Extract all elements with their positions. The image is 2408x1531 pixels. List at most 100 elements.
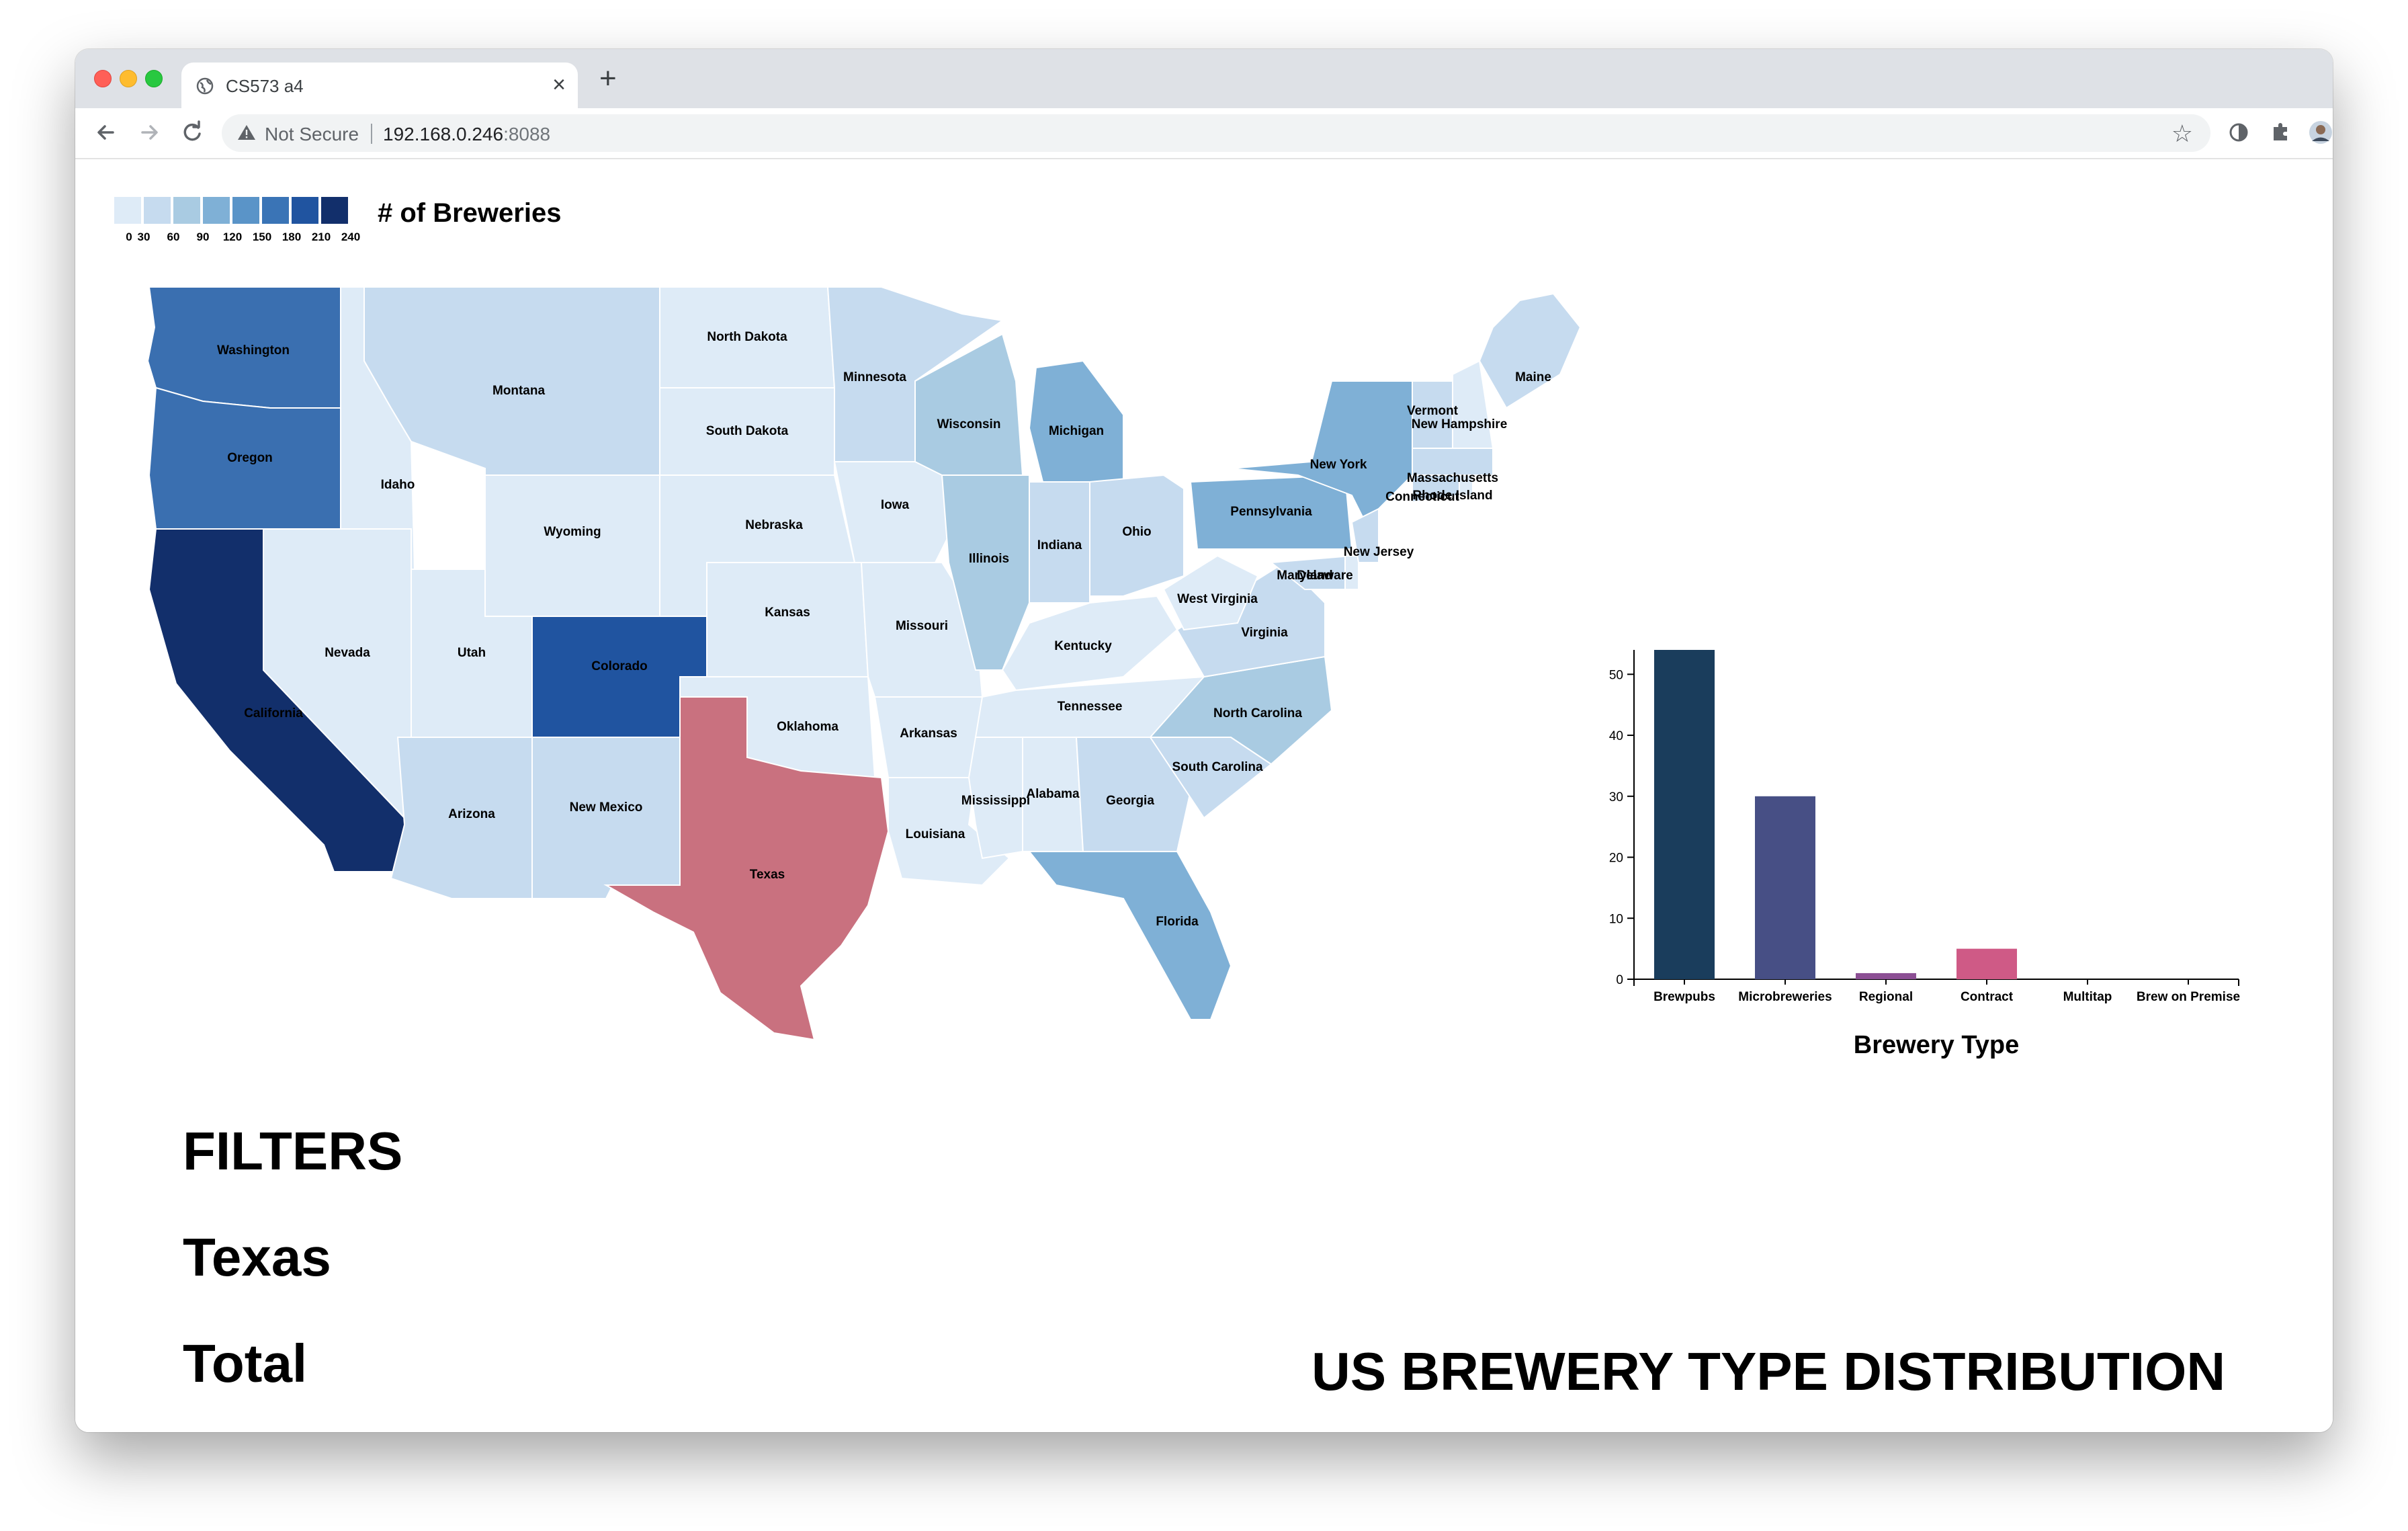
y-tick-label: 0 [1616,973,1623,987]
state-label: Idaho [381,478,415,492]
state-label: Indiana [1037,538,1082,552]
x-tick-label: Brew on Premise [2137,990,2240,1004]
state-label: Mississippi [961,794,1030,808]
browser-tab[interactable]: CS573 a4 × [181,63,578,108]
state-label: Louisiana [906,827,965,841]
browser-toolbar: Not Secure 192.168.0.246:8088 ☆ ⋮ [75,108,2333,159]
state-label: New York [1310,458,1367,472]
state-label: Michigan [1049,424,1104,438]
x-tick-label: Contract [1961,990,2014,1004]
y-tick-label: 40 [1609,729,1623,743]
url-host: 192.168.0.246 [383,124,504,144]
browser-window: CS573 a4 × + Not Secure 192.168.0.246:80… [75,49,2333,1432]
x-tick-label: Microbreweries [1738,990,1832,1004]
bar-contract[interactable] [1956,948,2017,979]
puzzle-icon[interactable] [2267,119,2294,146]
brewery-type-bar-chart: 0 10 20 30 40 50 Brewpubs Microbreweries Regiona… [1609,650,2240,1059]
filter-state-value: Texas [183,1227,331,1287]
state-label: Iowa [881,498,910,512]
y-tick-label: 20 [1609,852,1623,866]
state-label: Nebraska [745,518,803,532]
state-label: Illinois [969,552,1009,566]
state-label: Alabama [1026,787,1080,801]
state-label: Pennsylvania [1230,505,1312,519]
state-label: Kansas [765,606,810,620]
state-iowa[interactable] [833,461,957,563]
filters-heading: FILTERS [183,1121,403,1181]
browser-titlebar: CS573 a4 × + [75,49,2333,108]
maximize-window-button[interactable] [145,70,163,87]
state-label: Missouri [896,619,948,633]
url-port: :8088 [503,124,551,144]
bar-brewpubs[interactable] [1654,650,1715,979]
state-label: Texas [750,868,785,882]
globe-icon [196,77,214,95]
warning-icon [238,125,255,140]
avatar[interactable] [2307,119,2333,146]
state-label: Delaware [1297,569,1352,583]
bar-microbreweries[interactable] [1755,796,1815,979]
state-label: New Jersey [1344,545,1414,559]
state-label: Colorado [591,659,647,673]
new-tab-button[interactable]: + [599,64,617,93]
minimize-window-button[interactable] [120,70,137,87]
extension-circle-icon[interactable] [2225,119,2252,146]
tab-title: CS573 a4 [226,76,304,96]
state-label: South Carolina [1172,760,1263,774]
reload-icon[interactable] [177,118,207,147]
state-label: Tennessee [1058,700,1123,714]
address-bar[interactable]: Not Secure 192.168.0.246:8088 ☆ [222,114,2210,152]
state-label: Wyoming [544,525,601,539]
close-window-button[interactable] [94,70,112,87]
us-choropleth-map: Washington Oregon California Idaho Nevada Mon… [146,286,1582,1041]
state-label: Minnesota [843,370,906,384]
state-label: Kentucky [1054,639,1112,653]
back-arrow-icon[interactable] [91,118,121,147]
bookmark-star-icon[interactable]: ☆ [2172,120,2193,148]
state-label: Washington [217,343,290,358]
state-label: Nevada [325,646,370,660]
state-wyoming[interactable] [484,474,660,617]
state-label: Oklahoma [777,720,838,734]
state-label: Arizona [448,807,495,821]
state-maine[interactable] [1478,292,1582,409]
y-tick-label: 30 [1609,790,1623,804]
state-label: Utah [458,646,486,660]
y-tick-label: 10 [1609,912,1623,926]
state-label: Wisconsin [937,417,1001,431]
page-title: US BREWERY TYPE DISTRIBUTION [1312,1341,2226,1401]
state-new-mexico[interactable] [531,737,681,899]
state-label: Maine [1515,370,1551,384]
state-label: California [244,706,303,720]
state-label: Vermont [1407,404,1459,418]
url-text[interactable]: 192.168.0.246:8088 [383,124,550,145]
state-label: Georgia [1106,794,1154,808]
x-tick-label: Multitap [2063,990,2112,1004]
state-michigan[interactable] [1028,360,1124,483]
x-tick-label: Regional [1859,990,1913,1004]
state-label: North Carolina [1213,706,1302,720]
security-status[interactable]: Not Secure [265,124,359,145]
state-label: Ohio [1122,525,1151,539]
state-label: Arkansas [900,727,957,741]
state-label: Virginia [1241,626,1288,640]
x-tick-label: Brewpubs [1653,990,1715,1004]
state-label: New Hampshire [1412,417,1508,431]
state-label: Montana [492,384,546,398]
x-axis-title: Brewery Type [1854,1031,2019,1059]
bar-regional[interactable] [1856,973,1916,979]
forward-arrow-icon[interactable] [134,118,164,147]
state-label: West Virginia [1177,592,1258,606]
state-label: Rhode Island [1412,489,1492,503]
url-separator [371,124,372,144]
state-label: South Dakota [706,424,789,438]
state-kansas[interactable] [706,562,869,677]
state-label: Florida [1156,915,1199,929]
state-label: Massachusetts [1407,471,1498,485]
state-label: Oregon [227,451,273,465]
close-tab-icon[interactable]: × [552,73,566,96]
filter-total-label: Total [183,1333,308,1393]
y-tick-label: 50 [1609,668,1623,682]
state-florida[interactable] [1027,851,1232,1020]
state-label: New Mexico [570,800,643,815]
